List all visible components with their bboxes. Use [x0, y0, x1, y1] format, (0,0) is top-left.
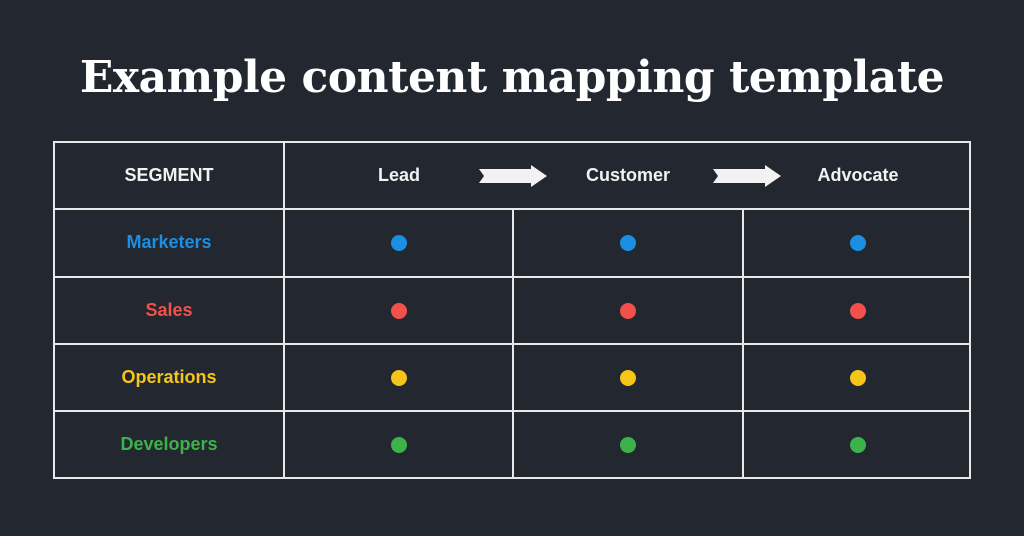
segment-label: Sales	[145, 300, 193, 320]
dot-marker-icon	[391, 436, 407, 453]
table-cell	[514, 345, 742, 410]
table-cell	[514, 412, 742, 477]
table-cell	[744, 278, 972, 343]
right-arrow-icon	[713, 165, 781, 187]
dot-marker-icon	[850, 436, 866, 453]
segment-label: Developers	[120, 434, 218, 454]
table-cell	[285, 345, 513, 410]
dot-marker-icon	[620, 369, 636, 386]
table-cell	[744, 345, 972, 410]
right-arrow-icon	[479, 165, 547, 187]
content-mapping-table: SEGMENT Lead Customer Advocate Marketers…	[53, 141, 971, 479]
table-cell	[514, 278, 742, 343]
dot-marker-icon	[850, 302, 866, 319]
table-cell	[744, 210, 972, 275]
dot-marker-icon	[620, 234, 636, 251]
dot-marker-icon	[620, 302, 636, 319]
dot-marker-icon	[391, 369, 407, 386]
segment-label: Marketers	[126, 232, 212, 252]
dot-marker-icon	[391, 234, 407, 251]
segment-header: SEGMENT	[124, 165, 214, 185]
stage-header-customer: Customer	[585, 165, 670, 185]
table-cell	[514, 210, 742, 275]
table-cell	[744, 412, 972, 477]
table-cell	[285, 412, 513, 477]
dot-marker-icon	[850, 234, 866, 251]
table-cell	[285, 210, 513, 275]
dot-marker-icon	[391, 302, 407, 319]
dot-marker-icon	[850, 369, 866, 386]
dot-marker-icon	[620, 436, 636, 453]
page-title: Example content mapping template	[79, 52, 945, 103]
table-cell	[285, 278, 513, 343]
segment-label: Operations	[121, 367, 217, 387]
